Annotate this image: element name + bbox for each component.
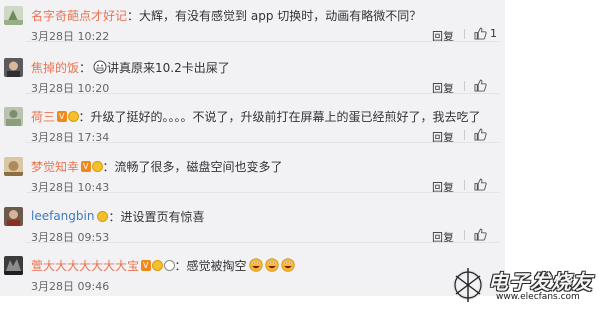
vip-badge[interactable]: V bbox=[141, 259, 175, 271]
watermark: 电子发烧友 www.elecfans.com bbox=[448, 262, 598, 308]
elecfans-logo-icon bbox=[453, 268, 483, 302]
member-badge[interactable] bbox=[96, 210, 109, 222]
comment-text: 大辉，有没有感觉到 app 切换时，动画有略微不同？ bbox=[139, 8, 422, 23]
thumbs-up-icon bbox=[474, 228, 487, 241]
colon: ： bbox=[174, 258, 187, 273]
comment-text: 感觉被掏空 bbox=[186, 258, 247, 273]
thumbs-up-icon bbox=[474, 178, 487, 191]
comment-time[interactable]: 3月28日 09:46 bbox=[31, 278, 109, 294]
username-link[interactable]: 梦觉知幸 bbox=[31, 158, 79, 175]
watermark-title: 电子发烧友 bbox=[488, 270, 593, 294]
medal-icon bbox=[151, 259, 163, 271]
thumbs-up-icon bbox=[474, 128, 487, 141]
divider bbox=[464, 180, 465, 190]
comment-item: leefangbin：进设置页有惊喜 3月28日 09:53 回复 bbox=[0, 201, 505, 244]
like-button[interactable]: 1 bbox=[474, 27, 497, 40]
username-link[interactable]: 萱大大大大大大大宝 bbox=[31, 257, 139, 274]
vip-badge-label: V bbox=[57, 110, 67, 122]
thumbs-up-icon bbox=[474, 27, 487, 40]
avatar[interactable] bbox=[4, 157, 23, 176]
grinning-emoji-icon bbox=[248, 258, 263, 272]
separator bbox=[26, 192, 499, 193]
like-button[interactable] bbox=[474, 79, 490, 92]
colon: ： bbox=[79, 60, 92, 75]
avatar[interactable] bbox=[4, 58, 23, 77]
vip-badge-label: V bbox=[141, 259, 151, 271]
medal-icon bbox=[91, 160, 103, 172]
medal-icon bbox=[67, 110, 79, 122]
separator bbox=[26, 242, 499, 243]
username-link[interactable]: leefangbin bbox=[31, 209, 94, 223]
avatar[interactable] bbox=[4, 207, 23, 226]
divider bbox=[464, 29, 465, 39]
comment-item: 萱大大大大大大大宝 V ：感觉被掏空 3月28日 09:46 bbox=[0, 250, 505, 294]
comment-item: 梦觉知幸 V：流畅了很多，磁盘空间也变多了 3月28日 10:43 回复 bbox=[0, 151, 505, 194]
comment-item: 名字奇葩点才好记：大辉，有没有感觉到 app 切换时，动画有略微不同？ 3月28… bbox=[0, 0, 505, 43]
comment-text: 升级了挺好的。。。。不说了，升级前打在屏幕上的蛋已经煎好了，我去吃了 bbox=[90, 109, 481, 124]
comment-item: 焦掉的饭：讲真原来10.2卡出屎了 3月28日 10:20 回复 bbox=[0, 52, 505, 95]
medal-icon bbox=[97, 210, 109, 222]
divider bbox=[464, 230, 465, 240]
vip-badge-label: V bbox=[81, 160, 91, 172]
avatar[interactable] bbox=[4, 107, 23, 126]
avatar[interactable] bbox=[4, 6, 23, 25]
like-button[interactable] bbox=[474, 178, 490, 191]
colon: ： bbox=[127, 8, 140, 23]
colon: ： bbox=[108, 209, 121, 224]
watermark-url: www.elecfans.com bbox=[496, 292, 580, 302]
thumbs-up-icon bbox=[474, 79, 487, 92]
separator bbox=[26, 142, 499, 143]
comment-list: 名字奇葩点才好记：大辉，有没有感觉到 app 切换时，动画有略微不同？ 3月28… bbox=[0, 0, 505, 296]
comment-text: 流畅了很多，磁盘空间也变多了 bbox=[114, 159, 283, 174]
vip-badge[interactable]: V bbox=[81, 160, 103, 172]
moon-badge-icon bbox=[163, 259, 175, 271]
username-link[interactable]: 荷三 bbox=[31, 108, 55, 125]
username-link[interactable]: 名字奇葩点才好记 bbox=[31, 7, 127, 24]
divider bbox=[464, 81, 465, 91]
like-count: 1 bbox=[490, 27, 497, 40]
like-button[interactable] bbox=[474, 228, 490, 241]
grimace-emoji-icon bbox=[93, 60, 107, 74]
grinning-emoji-icon bbox=[280, 258, 295, 272]
vip-badge[interactable]: V bbox=[57, 110, 79, 122]
comment-text: 讲真原来10.2卡出屎了 bbox=[107, 60, 230, 75]
divider bbox=[464, 130, 465, 140]
comment-item: 荷三 V：升级了挺好的。。。。不说了，升级前打在屏幕上的蛋已经煎好了，我去吃了 3… bbox=[0, 101, 505, 144]
comment-text: 进设置页有惊喜 bbox=[120, 209, 205, 224]
avatar[interactable] bbox=[4, 256, 23, 275]
username-link[interactable]: 焦掉的饭 bbox=[31, 59, 79, 76]
separator bbox=[26, 93, 499, 94]
like-button[interactable] bbox=[474, 128, 490, 141]
colon: ： bbox=[78, 109, 91, 124]
separator bbox=[26, 41, 499, 42]
colon: ： bbox=[102, 159, 115, 174]
grinning-emoji-icon bbox=[264, 258, 279, 272]
